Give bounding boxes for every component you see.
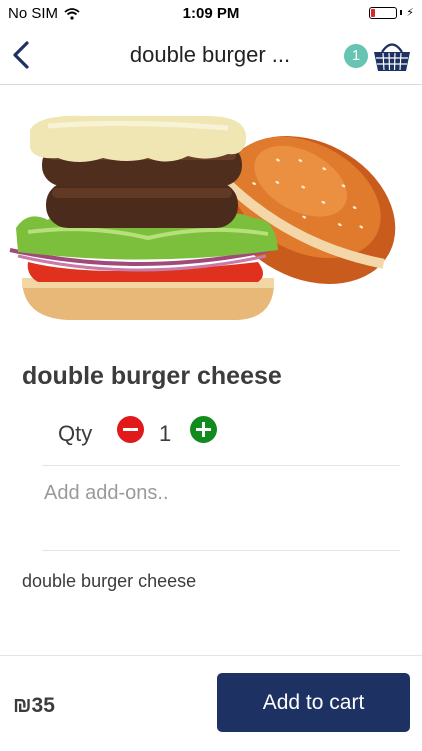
cart-button[interactable]	[372, 39, 412, 73]
divider	[42, 550, 400, 551]
price-label: ₪35	[13, 694, 55, 717]
status-time: 1:09 PM	[182, 5, 240, 22]
add-to-cart-button[interactable]: Add to cart	[217, 673, 410, 732]
battery-nub	[400, 10, 403, 15]
decrease-quantity-button[interactable]	[117, 416, 144, 443]
battery-icon: ⚡	[369, 6, 414, 19]
increase-quantity-button[interactable]	[190, 416, 217, 443]
product-image	[8, 100, 414, 328]
status-bar: No SIM 1:09 PM ⚡	[0, 0, 422, 28]
navigation-bar: double burger ... 1	[0, 28, 422, 85]
battery-level	[371, 8, 376, 17]
qty-label: Qty	[58, 421, 93, 446]
page-title: double burger ...	[129, 42, 291, 67]
bottom-bar: ₪35 Add to cart	[0, 655, 422, 751]
divider	[42, 465, 400, 466]
basket-icon	[374, 43, 410, 71]
back-button[interactable]	[8, 38, 38, 72]
charging-bolt-icon: ⚡	[406, 7, 414, 19]
back-chevron-icon	[13, 41, 29, 69]
cart-count-badge[interactable]: 1	[344, 44, 368, 68]
battery-body	[369, 6, 398, 19]
burger-illustration	[9, 115, 396, 320]
product-description: double burger cheese	[22, 571, 197, 591]
addons-field[interactable]: Add add-ons..	[44, 482, 169, 505]
quantity-value: 1	[159, 421, 172, 446]
product-title: double burger cheese	[22, 362, 282, 390]
